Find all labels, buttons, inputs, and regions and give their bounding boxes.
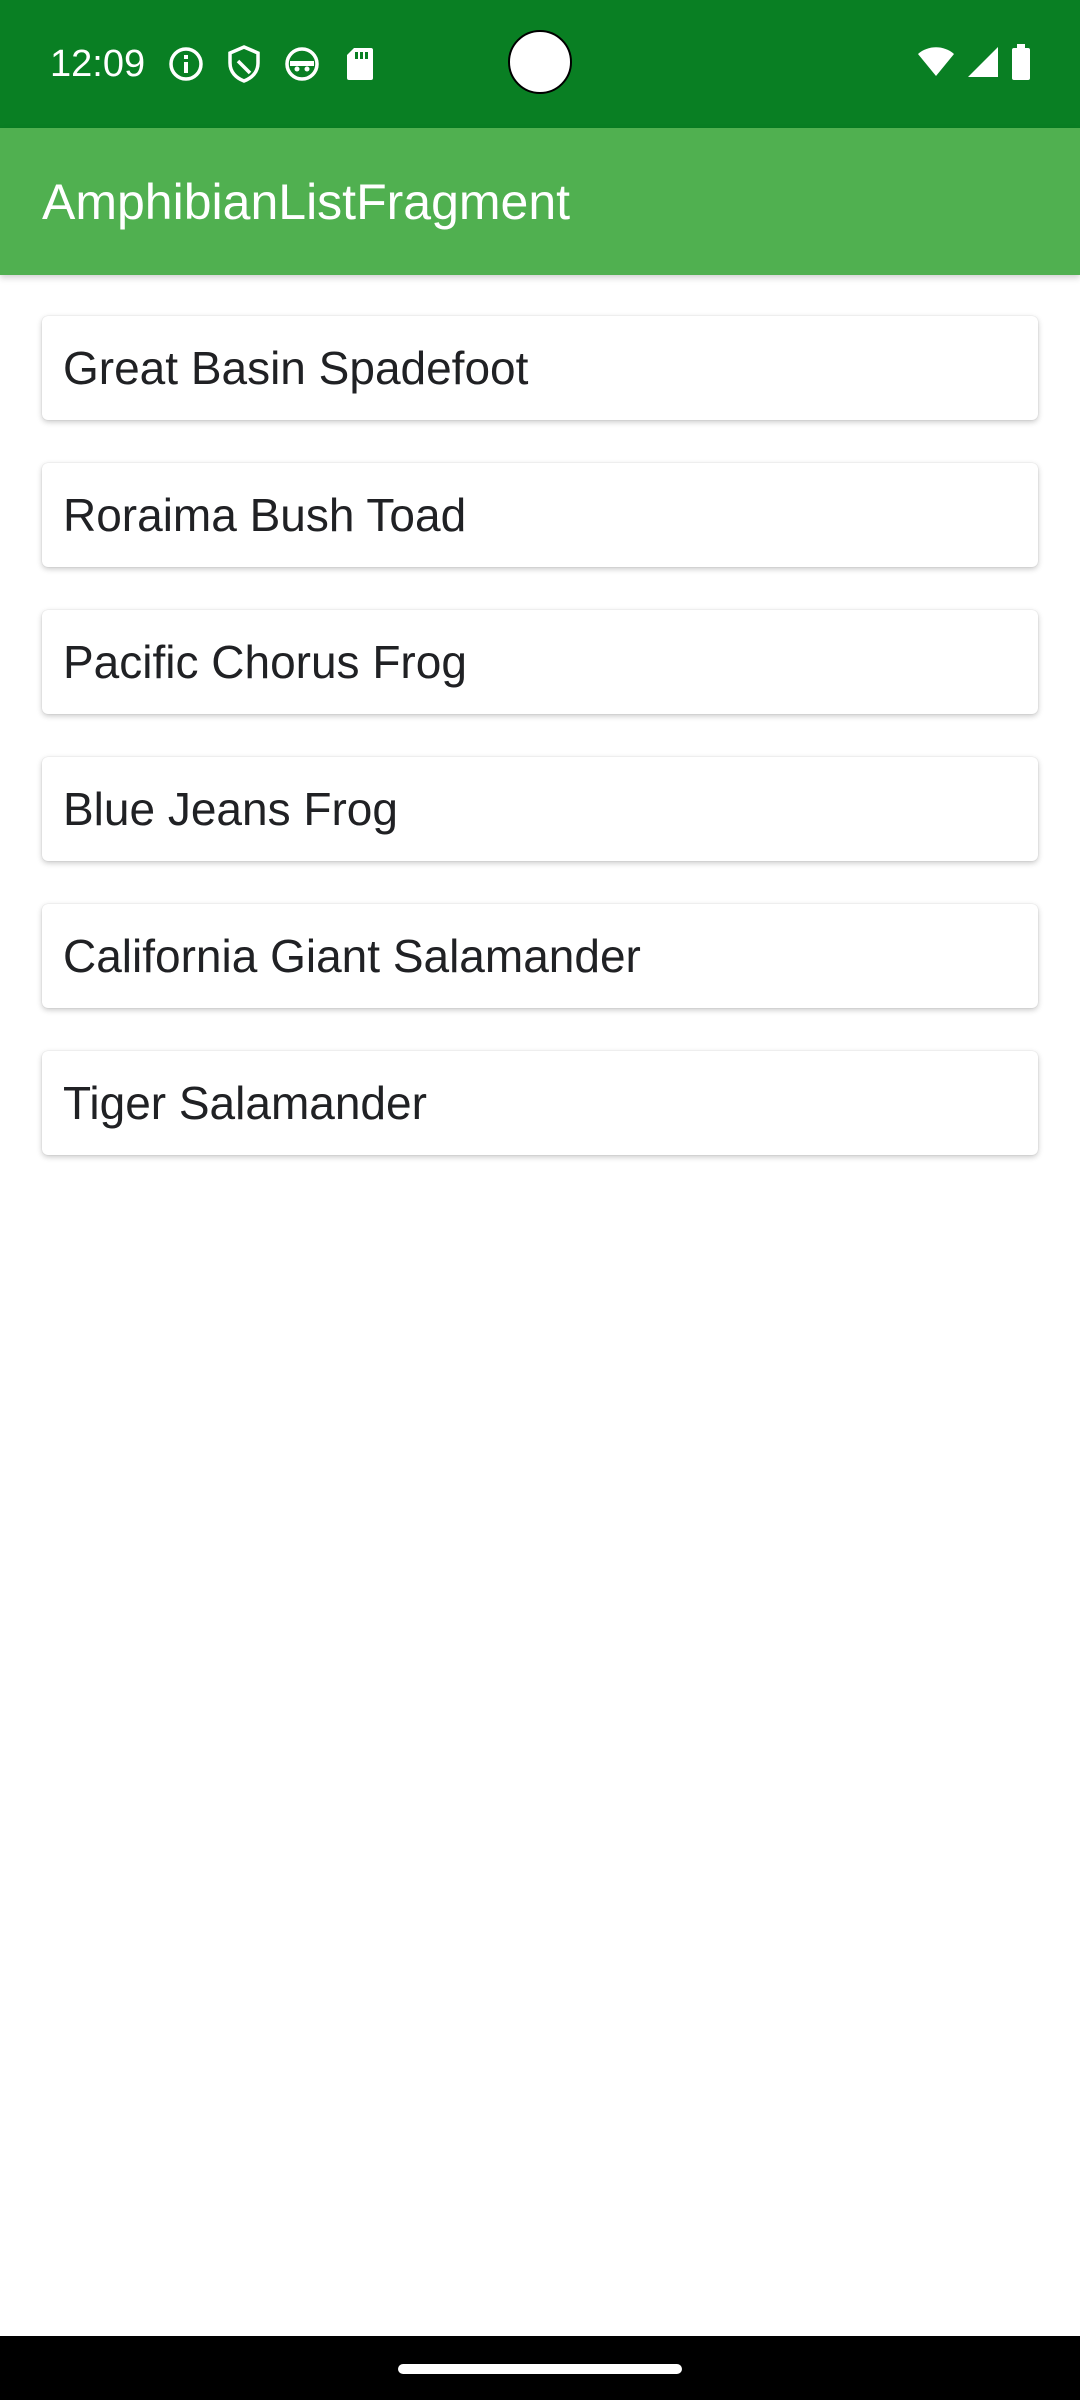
android-face-icon	[282, 44, 322, 84]
status-time: 12:09	[50, 43, 146, 85]
amphibian-list-item[interactable]: Great Basin Spadefoot	[42, 316, 1038, 420]
wifi-icon	[916, 45, 956, 84]
amphibian-name: Blue Jeans Frog	[63, 783, 398, 835]
amphibian-name: Great Basin Spadefoot	[63, 342, 529, 394]
navigation-bar	[0, 2336, 1080, 2400]
amphibian-name: Roraima Bush Toad	[63, 489, 467, 541]
info-icon	[166, 44, 206, 84]
amphibian-name: California Giant Salamander	[63, 930, 641, 982]
amphibian-list[interactable]: Great Basin Spadefoot Roraima Bush Toad …	[42, 316, 1038, 1198]
shield-icon	[224, 44, 264, 84]
sd-card-icon	[340, 44, 380, 84]
status-system-icons	[916, 43, 1032, 86]
app-bar-title: AmphibianListFragment	[42, 174, 571, 230]
battery-icon	[1010, 43, 1032, 86]
amphibian-name: Tiger Salamander	[63, 1077, 427, 1129]
amphibian-list-item[interactable]: Blue Jeans Frog	[42, 757, 1038, 861]
screen: 12:09 AmphibianListFragment Great Basin …	[0, 0, 1080, 2400]
amphibian-list-item[interactable]: Pacific Chorus Frog	[42, 610, 1038, 714]
status-bar: 12:09	[0, 0, 1080, 128]
amphibian-list-item[interactable]: Tiger Salamander	[42, 1051, 1038, 1155]
cellular-signal-icon	[966, 45, 1000, 84]
amphibian-list-item[interactable]: California Giant Salamander	[42, 904, 1038, 1008]
camera-cutout	[508, 30, 572, 94]
status-notification-icons	[166, 44, 380, 84]
home-gesture-handle[interactable]	[398, 2364, 682, 2374]
amphibian-list-item[interactable]: Roraima Bush Toad	[42, 463, 1038, 567]
amphibian-name: Pacific Chorus Frog	[63, 636, 467, 688]
app-bar: AmphibianListFragment	[0, 128, 1080, 275]
